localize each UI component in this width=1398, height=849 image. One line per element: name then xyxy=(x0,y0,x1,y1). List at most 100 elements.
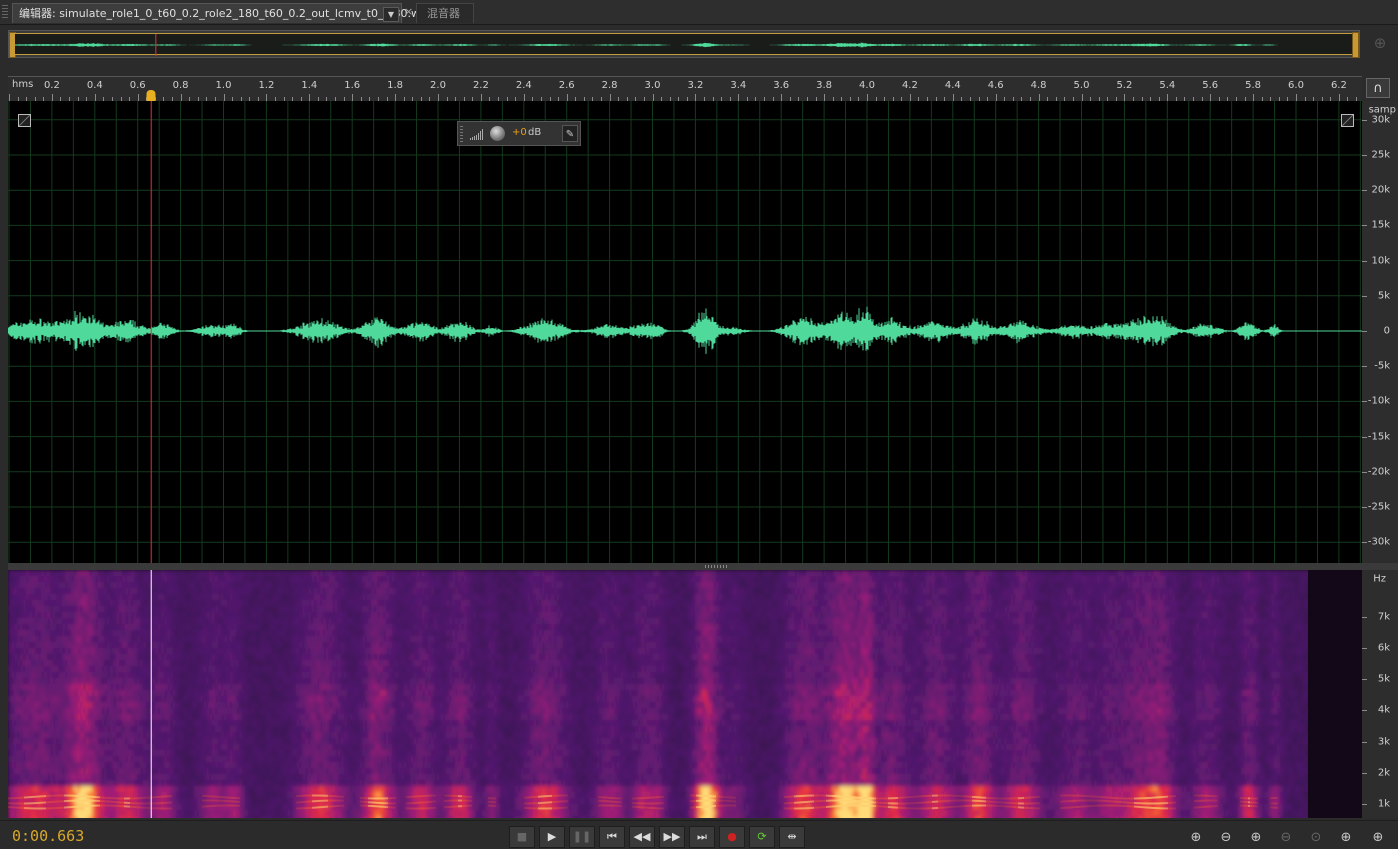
snap-magnet-icon[interactable]: ∩ xyxy=(1366,78,1390,98)
ruler-tick-mark xyxy=(224,94,225,101)
ruler-tick-mark xyxy=(52,94,53,101)
amplitude-tick-label: -15k xyxy=(1368,431,1390,442)
ruler-tick-label: 1.8 xyxy=(387,80,403,91)
ruler-tick-mark xyxy=(996,94,997,101)
frequency-tick-label: 7k xyxy=(1378,611,1390,622)
hud-gain-control: +0 dB ✎ xyxy=(457,121,581,146)
overview-waveform[interactable] xyxy=(15,33,1353,55)
ruler-tick-label: 3.6 xyxy=(773,80,789,91)
fade-out-handle-icon[interactable] xyxy=(1341,114,1354,127)
ruler-tick-label: 0.2 xyxy=(44,80,60,91)
skip-start-icon[interactable]: ⏮ xyxy=(599,826,625,848)
amplitude-tick-label: -10k xyxy=(1368,396,1390,407)
ruler-tick-label: 2.2 xyxy=(473,80,489,91)
ruler-tick-mark xyxy=(1339,94,1340,101)
record-icon[interactable]: ● xyxy=(719,826,745,848)
gain-unit: dB xyxy=(528,127,541,138)
ruler-tick-mark xyxy=(1253,94,1254,101)
playhead-marker-icon[interactable] xyxy=(147,90,156,101)
rewind-icon[interactable]: ◀◀ xyxy=(629,826,655,848)
ruler-tick-mark xyxy=(567,94,568,101)
ruler-tick-label: 3.2 xyxy=(687,80,703,91)
time-ruler[interactable]: 0.20.40.60.81.01.21.41.61.82.02.22.42.62… xyxy=(8,76,1362,102)
time-unit-label: hms xyxy=(12,79,33,90)
pause-icon[interactable]: ❚❚ xyxy=(569,826,595,848)
ruler-tick-label: 0.8 xyxy=(173,80,189,91)
ruler-tick-label: 4.0 xyxy=(859,80,875,91)
ruler-tick-mark xyxy=(309,94,310,101)
tab-editor[interactable]: 编辑器: simulate_role1_0_t60_0.2_role2_180_… xyxy=(12,3,402,23)
amplitude-axis[interactable]: samp 30k25k20k15k10k5k0-5k-10k-15k-20k-2… xyxy=(1362,101,1398,563)
tab-close-icon[interactable]: × xyxy=(404,5,413,18)
ruler-tick-mark xyxy=(181,94,182,101)
ruler-tick-mark xyxy=(824,94,825,101)
file-dropdown-button[interactable]: ▼ xyxy=(383,7,399,22)
frequency-tick-label: 3k xyxy=(1378,736,1390,747)
overview-navigator[interactable] xyxy=(8,30,1360,58)
gain-value[interactable]: +0 xyxy=(512,127,527,138)
skip-selection-icon[interactable]: ⇹ xyxy=(779,826,805,848)
frequency-axis[interactable]: Hz 7k6k5k4k3k2k1k xyxy=(1362,570,1398,818)
ruler-tick-label: 0.6 xyxy=(130,80,146,91)
ruler-tick-mark xyxy=(867,94,868,101)
panel-grip-icon[interactable] xyxy=(2,5,8,19)
zoom-in-right-icon[interactable]: ⊕ xyxy=(1365,828,1391,848)
zoom-out-amplitude-icon[interactable]: ⊖ xyxy=(1213,828,1239,848)
ruler-tick-label: 5.2 xyxy=(1116,80,1132,91)
gain-knob[interactable] xyxy=(490,126,505,141)
zoom-out-time-icon[interactable]: ⊖ xyxy=(1273,828,1299,848)
amplitude-tick-label: -20k xyxy=(1368,466,1390,477)
play-icon[interactable]: ▶ xyxy=(539,826,565,848)
ruler-tick-label: 1.0 xyxy=(216,80,232,91)
frequency-tick-label: 5k xyxy=(1378,674,1390,685)
tab-bar: 编辑器: simulate_role1_0_t60_0.2_role2_180_… xyxy=(0,0,1398,25)
fade-in-handle-icon[interactable] xyxy=(18,114,31,127)
waveform-path xyxy=(8,307,1361,354)
ruler-tick-label: 6.0 xyxy=(1288,80,1304,91)
ruler-tick-mark xyxy=(1082,94,1083,101)
amplitude-tick-label: 15k xyxy=(1371,220,1390,231)
zoom-in-left-icon[interactable]: ⊕ xyxy=(1333,828,1359,848)
ruler-tick-label: 2.8 xyxy=(602,80,618,91)
loop-icon[interactable]: ⟳ xyxy=(749,826,775,848)
waveform-view[interactable] xyxy=(8,101,1362,563)
ruler-tick-label: 2.6 xyxy=(559,80,575,91)
ruler-tick-label: 5.6 xyxy=(1202,80,1218,91)
zoom-in-time-icon[interactable]: ⊕ xyxy=(1243,828,1269,848)
time-display[interactable]: 0:00.663 xyxy=(12,827,84,845)
zoom-selection-icon[interactable]: ⊙ xyxy=(1303,828,1329,848)
amplitude-tick-label: 10k xyxy=(1371,255,1390,266)
ruler-tick-mark xyxy=(610,94,611,101)
overview-right-handle[interactable] xyxy=(1352,32,1359,58)
zoom-in-amplitude-icon[interactable]: ⊕ xyxy=(1183,828,1209,848)
zoom-overview-icon[interactable]: ⊕ xyxy=(1370,34,1390,54)
ruler-tick-label: 1.2 xyxy=(258,80,274,91)
ruler-tick-mark xyxy=(1124,94,1125,101)
ruler-tick-label: 5.4 xyxy=(1159,80,1175,91)
ruler-tick-mark xyxy=(266,94,267,101)
ruler-tick-label: 2.0 xyxy=(430,80,446,91)
stop-icon[interactable]: ■ xyxy=(509,826,535,848)
frequency-tick-label: 1k xyxy=(1378,799,1390,810)
ruler-tick-mark xyxy=(395,94,396,101)
ruler-tick-mark xyxy=(1039,94,1040,101)
spectrogram-view[interactable] xyxy=(8,570,1362,818)
ruler-tick-mark xyxy=(781,94,782,101)
overview-waveform-path xyxy=(15,43,1352,48)
view-splitter[interactable] xyxy=(8,563,1398,570)
frequency-tick-label: 2k xyxy=(1378,767,1390,778)
amplitude-tick-label: -30k xyxy=(1368,537,1390,548)
ruler-tick-label: 4.8 xyxy=(1031,80,1047,91)
amplitude-tick-label: 0 xyxy=(1384,326,1390,337)
tab-editor-label: 编辑器: simulate_role1_0_t60_0.2_role2_180_… xyxy=(19,7,433,20)
pin-icon[interactable]: ✎ xyxy=(562,125,578,142)
amplitude-tick-label: 30k xyxy=(1371,114,1390,125)
fast-forward-icon[interactable]: ▶▶ xyxy=(659,826,685,848)
skip-end-icon[interactable]: ⏭ xyxy=(689,826,715,848)
ruler-tick-label: 4.6 xyxy=(988,80,1004,91)
amplitude-tick-label: -25k xyxy=(1368,502,1390,513)
amplitude-tick-label: -5k xyxy=(1374,361,1390,372)
tab-mixer[interactable]: 混音器 xyxy=(416,3,474,23)
ruler-tick-mark xyxy=(653,94,654,101)
hud-grip-icon[interactable] xyxy=(460,126,463,142)
